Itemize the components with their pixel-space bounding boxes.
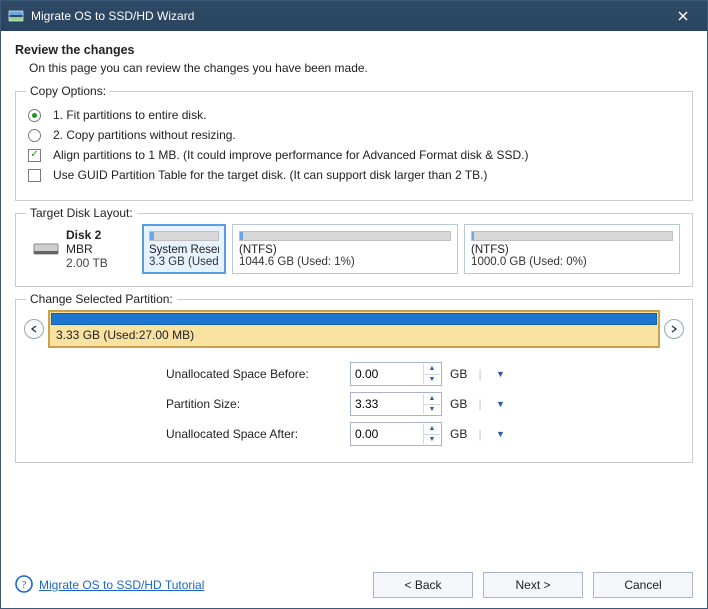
- copy-options-legend: Copy Options:: [26, 84, 110, 98]
- disk-header: Disk 2 MBR 2.00 TB: [28, 224, 136, 274]
- unalloc-before-value[interactable]: [351, 364, 423, 384]
- selected-partition-label: 3.33 GB (Used:27.00 MB): [50, 326, 658, 346]
- disk-type: MBR: [66, 242, 108, 256]
- radio-fit-partitions[interactable]: 1. Fit partitions to entire disk.: [28, 108, 680, 122]
- footer: ? Migrate OS to SSD/HD Tutorial < Back N…: [15, 568, 693, 598]
- disk-name: Disk 2: [66, 228, 108, 242]
- partition-detail: 3.3 GB (Used:: [149, 256, 219, 268]
- unalloc-before-label: Unallocated Space Before:: [166, 367, 346, 381]
- divider: |: [468, 367, 492, 381]
- divider: |: [468, 427, 492, 441]
- disk-info: Disk 2 MBR 2.00 TB: [66, 228, 108, 270]
- window-title: Migrate OS to SSD/HD Wizard: [31, 9, 665, 23]
- radio-icon: [28, 109, 41, 122]
- radio-label: 1. Fit partitions to entire disk.: [53, 108, 206, 122]
- target-disk-legend: Target Disk Layout:: [26, 206, 137, 220]
- close-button[interactable]: [665, 1, 701, 31]
- page-subtitle: On this page you can review the changes …: [29, 61, 693, 75]
- partition-detail: 1000.0 GB (Used: 0%): [471, 256, 673, 268]
- spinner[interactable]: ▲▼: [423, 424, 440, 444]
- checkbox-icon: ✓: [28, 149, 41, 162]
- partition-name: (NTFS): [239, 244, 451, 256]
- unalloc-after-value[interactable]: [351, 424, 423, 444]
- tutorial-link[interactable]: Migrate OS to SSD/HD Tutorial: [39, 578, 204, 592]
- partition-system-reserved[interactable]: System Reser 3.3 GB (Used:: [142, 224, 226, 274]
- unit-label: GB: [446, 397, 464, 411]
- checkbox-label: Use GUID Partition Table for the target …: [53, 168, 487, 182]
- checkbox-icon: [28, 169, 41, 182]
- selected-partition-bar[interactable]: 3.33 GB (Used:27.00 MB): [48, 310, 660, 348]
- partition-ntfs-1[interactable]: (NTFS) 1044.6 GB (Used: 1%): [232, 224, 458, 274]
- unalloc-before-input[interactable]: ▲▼: [350, 362, 442, 386]
- partition-size-value[interactable]: [351, 394, 423, 414]
- help-icon: ?: [15, 575, 33, 596]
- svg-text:?: ?: [22, 579, 27, 591]
- unalloc-after-input[interactable]: ▲▼: [350, 422, 442, 446]
- divider: |: [468, 397, 492, 411]
- partition-size-label: Partition Size:: [166, 397, 346, 411]
- grow-right-button[interactable]: [664, 319, 684, 339]
- spinner[interactable]: ▲▼: [423, 394, 440, 414]
- target-disk-layout-group: Target Disk Layout: Disk 2 MBR 2.00 TB S…: [15, 213, 693, 287]
- back-button[interactable]: < Back: [373, 572, 473, 598]
- checkbox-align-1mb[interactable]: ✓ Align partitions to 1 MB. (It could im…: [28, 148, 680, 162]
- copy-options-group: Copy Options: 1. Fit partitions to entir…: [15, 91, 693, 201]
- unit-dropdown[interactable]: ▼: [496, 399, 514, 409]
- change-partition-group: Change Selected Partition: 3.33 GB (Used…: [15, 299, 693, 463]
- hdd-icon: [32, 241, 60, 257]
- partition-usage-bar: [51, 313, 657, 325]
- change-partition-legend: Change Selected Partition:: [26, 292, 177, 306]
- radio-label: 2. Copy partitions without resizing.: [53, 128, 236, 142]
- partition-name: System Reser: [149, 244, 219, 256]
- disk-size: 2.00 TB: [66, 256, 108, 270]
- page-title: Review the changes: [15, 43, 693, 57]
- unit-dropdown[interactable]: ▼: [496, 369, 514, 379]
- wizard-window: Migrate OS to SSD/HD Wizard Review the c…: [0, 0, 708, 609]
- app-icon: [7, 7, 25, 25]
- radio-copy-without-resize[interactable]: 2. Copy partitions without resizing.: [28, 128, 680, 142]
- partition-name: (NTFS): [471, 244, 673, 256]
- unit-dropdown[interactable]: ▼: [496, 429, 514, 439]
- checkbox-use-gpt[interactable]: Use GUID Partition Table for the target …: [28, 168, 680, 182]
- help-link-group: ? Migrate OS to SSD/HD Tutorial: [15, 575, 204, 596]
- partition-ntfs-2[interactable]: (NTFS) 1000.0 GB (Used: 0%): [464, 224, 680, 274]
- spinner[interactable]: ▲▼: [423, 364, 440, 384]
- titlebar: Migrate OS to SSD/HD Wizard: [1, 1, 707, 31]
- partition-size-input[interactable]: ▲▼: [350, 392, 442, 416]
- unit-label: GB: [446, 427, 464, 441]
- partition-size-form: Unallocated Space Before: ▲▼ GB | ▼ Part…: [166, 362, 680, 446]
- next-button[interactable]: Next >: [483, 572, 583, 598]
- cancel-button[interactable]: Cancel: [593, 572, 693, 598]
- shrink-left-button[interactable]: [24, 319, 44, 339]
- partition-detail: 1044.6 GB (Used: 1%): [239, 256, 451, 268]
- checkbox-label: Align partitions to 1 MB. (It could impr…: [53, 148, 529, 162]
- radio-icon: [28, 129, 41, 142]
- dialog-body: Review the changes On this page you can …: [1, 31, 707, 608]
- unalloc-after-label: Unallocated Space After:: [166, 427, 346, 441]
- unit-label: GB: [446, 367, 464, 381]
